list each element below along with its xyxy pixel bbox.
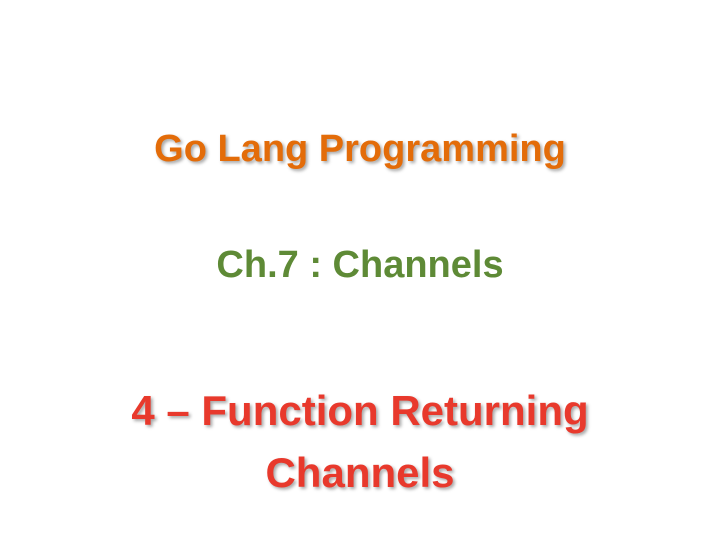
topic-heading: 4 – Function Returning Channels xyxy=(0,380,720,504)
chapter-heading: Ch.7 : Channels xyxy=(216,244,504,286)
slide: Go Lang Programming Ch.7 : Channels 4 – … xyxy=(0,0,720,540)
topic-line-1: 4 – Function Returning xyxy=(131,387,589,434)
topic-line-2: Channels xyxy=(265,449,455,496)
slide-title: Go Lang Programming xyxy=(154,128,566,170)
